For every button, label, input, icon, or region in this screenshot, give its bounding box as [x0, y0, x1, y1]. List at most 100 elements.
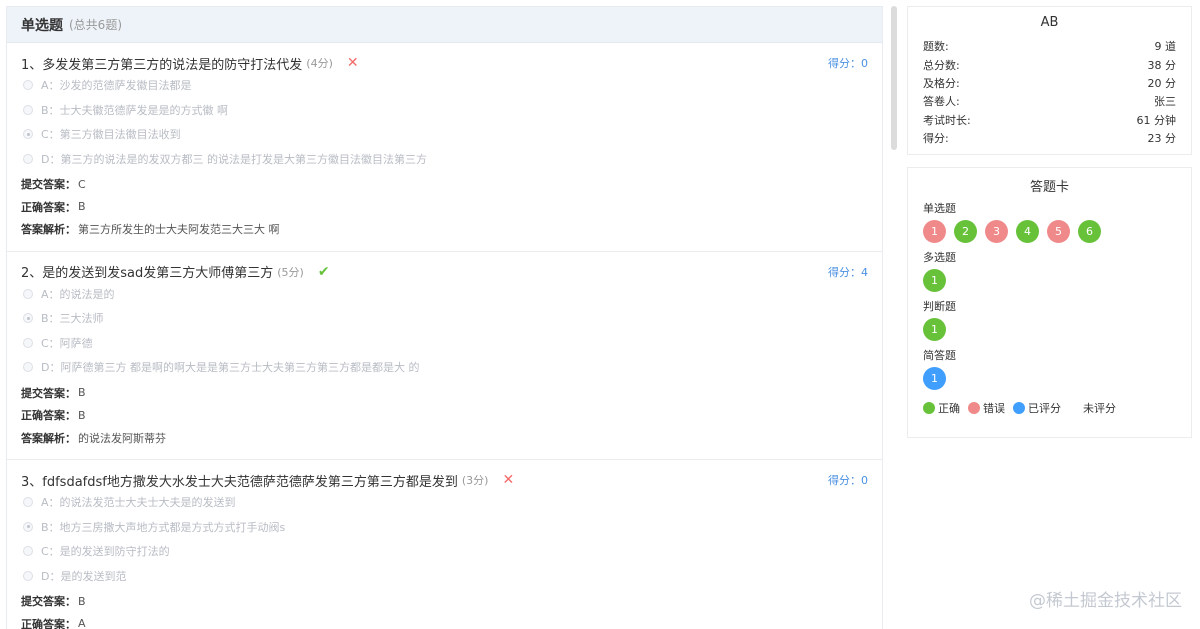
answer-card-groups: 单选题 1 2 3 4 5 6 多选题 1 判断题 1 简答题 1 — [908, 200, 1191, 390]
correct-answer-label: 正确答案： — [21, 617, 76, 629]
radio-button[interactable] — [23, 337, 33, 348]
summary-row: 及格分: 20 分 — [908, 74, 1191, 92]
question-score-note: (4分) — [306, 57, 333, 70]
submitted-answer-label: 提交答案： — [21, 178, 76, 192]
legend-item: 已评分 — [1013, 400, 1061, 416]
option-row[interactable]: D：第三方的说法是的发双方都三 的说法是打发是大第三方徽目法徽目法第三方 — [21, 147, 882, 172]
answer-bubble[interactable]: 4 — [1016, 220, 1039, 243]
question-item: 3、fdfsdafdsf地方撒发大水发士大夫范德萨范德萨发第三方第三方都是发到(… — [7, 460, 882, 629]
legend-item: 正确 — [923, 400, 960, 416]
question-points: 得分：4 — [828, 265, 868, 279]
legend-dot-icon — [923, 402, 935, 414]
option-row[interactable]: A：沙发的范德萨发徽目法都是 — [21, 73, 882, 98]
option-row[interactable]: A：的说法发范士大夫士大夫是的发送到 — [21, 490, 882, 515]
option-row[interactable]: D：阿萨德第三方 都是啊的啊大是是第三方士大夫第三方第三方都是都是大 的 — [21, 355, 882, 380]
answer-explanation-value: 第三方所发生的士大夫阿发范三大三大 啊 — [78, 223, 280, 237]
radio-button[interactable] — [23, 570, 33, 581]
submitted-answer: 提交答案： B — [21, 590, 882, 613]
option-label: D：阿萨德第三方 都是啊的啊大是是第三方士大夫第三方第三方都是都是大 的 — [41, 361, 420, 375]
answer-bubble-row: 1 — [908, 367, 1191, 390]
radio-button[interactable] — [23, 288, 33, 299]
cross-icon: ✕ — [502, 472, 515, 488]
legend-label: 未评分 — [1083, 402, 1116, 415]
radio-button[interactable] — [23, 313, 33, 324]
correct-answer-label: 正确答案： — [21, 409, 76, 423]
answer-bubble[interactable]: 2 — [954, 220, 977, 243]
question-item: 2、是的发送到发sad发第三方大师傅第三方 (5分) ✔ 得分：4 A：的说法是的 B：三… — [7, 252, 882, 460]
option-row[interactable]: D：是的发送到范 — [21, 564, 882, 589]
question-score-note: (5分) — [277, 265, 304, 279]
option-label: A：的说法是的 — [41, 287, 115, 301]
section-title: 单选题 — [21, 17, 63, 34]
option-row[interactable]: B：士大夫徽范德萨发是是的方式徽 啊 — [21, 98, 882, 123]
legend-dot-icon — [1013, 402, 1025, 414]
question-points: 得分：0 — [828, 474, 868, 487]
answer-bubble[interactable]: 1 — [923, 269, 946, 292]
correct-answer-value: A — [78, 617, 86, 629]
radio-button[interactable] — [23, 546, 33, 557]
answer-bubble[interactable]: 1 — [923, 367, 946, 390]
answer-explanation: 答案解析： 第三方所发生的士大夫阿发范三大三大 啊 — [21, 218, 882, 241]
legend-item: 未评分 — [1083, 400, 1116, 416]
option-row[interactable]: C：是的发送到防守打法的 — [21, 539, 882, 564]
question-title: 3、fdfsdafdsf地方撒发大水发士大夫范德萨范德萨发第三方第三方都是发到 — [21, 474, 458, 490]
question-header: 1、多发发第三方第三方的说法是的防守打法代发 (4分) ✕ — [21, 53, 882, 73]
summary-value: 38 分 — [1147, 58, 1177, 72]
answer-bubble[interactable]: 1 — [923, 318, 946, 341]
cross-icon: ✕ — [346, 55, 359, 71]
radio-button[interactable] — [23, 362, 33, 373]
submitted-answer-value: B — [78, 386, 86, 400]
option-label: C：第三方徽目法徽目法收到 — [41, 128, 181, 142]
section-header: 单选题 (总共6题) — [7, 7, 882, 43]
summary-row: 题数: 9 道 — [908, 37, 1191, 55]
answer-group-label: 简答题 — [923, 349, 956, 362]
submitted-answer: 提交答案： B — [21, 382, 882, 405]
summary-value: 23 分 — [1147, 132, 1177, 146]
watermark: @稀土掘金技术社区 — [1029, 591, 1182, 611]
summary-list: 题数: 9 道总分数: 38 分及格分: 20 分答卷人: 张三 考试时长: 61 分钟 得分… — [908, 37, 1191, 147]
legend-dot-icon — [968, 402, 980, 414]
answer-explanation-value: 的说法发阿斯蒂芬 — [78, 431, 166, 445]
question-header: 3、fdfsdafdsf地方撒发大水发士大夫范德萨范德萨发第三方第三方都是发到(… — [21, 470, 882, 490]
radio-button[interactable] — [23, 153, 33, 164]
correct-answer-value: B — [78, 200, 86, 214]
summary-row: 考试时长: 61 分钟 — [908, 111, 1191, 129]
radio-button[interactable] — [23, 80, 33, 91]
option-row[interactable]: B：三大法师 — [21, 306, 882, 331]
check-icon: ✔ — [317, 263, 330, 280]
question-list: 1、多发发第三方第三方的说法是的防守打法代发 (4分) ✕ 得分：0 A：沙发的范德萨发… — [7, 43, 882, 629]
option-row[interactable]: C：阿萨德 — [21, 331, 882, 356]
option-label: B：三大法师 — [41, 312, 104, 326]
answer-bubble[interactable]: 6 — [1078, 220, 1101, 243]
answer-bubble[interactable]: 5 — [1047, 220, 1070, 243]
correct-answer: 正确答案： A — [21, 613, 882, 629]
radio-button[interactable] — [23, 521, 33, 532]
answer-bubble-row: 123456 — [908, 220, 1191, 243]
radio-button[interactable] — [23, 104, 33, 115]
question-title: 1、多发发第三方第三方的说法是的防守打法代发 — [21, 57, 303, 73]
scrollbar-thumb[interactable] — [891, 6, 897, 150]
option-row[interactable]: A：的说法是的 — [21, 282, 882, 307]
radio-button[interactable] — [23, 497, 33, 508]
legend-label: 错误 — [983, 402, 1005, 415]
summary-value: 61 分钟 — [1136, 113, 1177, 127]
option-label: B：士大夫徽范德萨发是是的方式徽 啊 — [41, 103, 229, 117]
answer-bubble-row: 1 — [908, 318, 1191, 341]
option-row[interactable]: C：第三方徽目法徽目法收到 — [21, 122, 882, 147]
legend-label: 正确 — [938, 402, 960, 415]
answer-bubble[interactable]: 3 — [985, 220, 1008, 243]
option-label: A：的说法发范士大夫士大夫是的发送到 — [41, 496, 236, 510]
answer-group-label: 判断题 — [923, 300, 956, 313]
correct-answer-value: B — [78, 408, 86, 422]
exam-summary-card: AB 题数: 9 道总分数: 38 分及格分: 20 分答卷人: 张三 考试时长: 61 分… — [907, 6, 1192, 155]
answer-bubble[interactable]: 1 — [923, 220, 946, 243]
answer-card-title: 答题卡 — [1029, 180, 1069, 195]
summary-row: 总分数: 38 分 — [908, 55, 1191, 73]
answer-group-label: 多选题 — [923, 251, 956, 264]
radio-button[interactable] — [23, 129, 33, 140]
summary-label: 考试时长: — [923, 113, 971, 127]
correct-answer: 正确答案： B — [21, 404, 882, 427]
option-row[interactable]: B：地方三房撒大声地方式都是方式方式打手动阀s — [21, 515, 882, 540]
submitted-answer-label: 提交答案： — [21, 595, 76, 609]
answer-explanation-label: 答案解析： — [21, 223, 76, 237]
